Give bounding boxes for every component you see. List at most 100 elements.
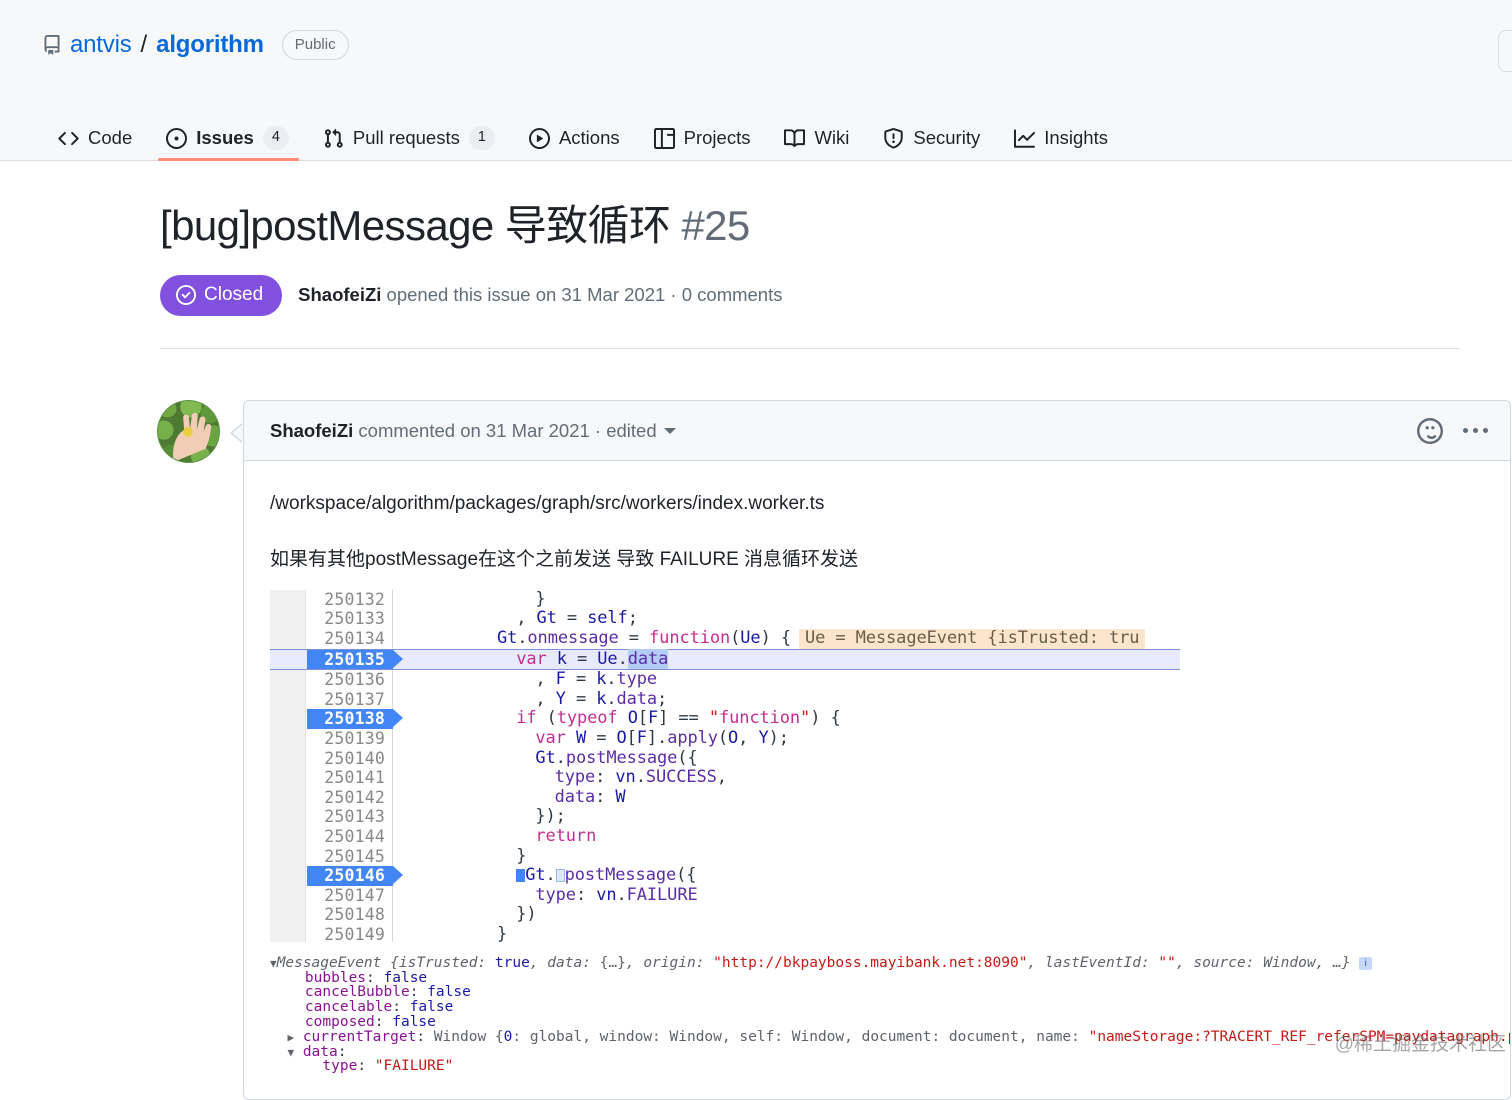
git-pull-request-icon bbox=[323, 128, 344, 149]
console-row: cancelBubble: false bbox=[270, 985, 1511, 1000]
issue-closed-icon bbox=[176, 285, 196, 305]
issue-meta: Closed ShaofeiZi opened this issue on 31… bbox=[160, 275, 1450, 316]
console-screenshot-image: ▼MessageEvent {isTrusted: true, data: {…… bbox=[270, 956, 1511, 1086]
comment-pointer bbox=[232, 424, 243, 442]
code-line: 250140 Gt.postMessage({ bbox=[270, 749, 1180, 769]
console-row: bubbles: false bbox=[270, 971, 1511, 986]
nav-item-security[interactable]: Security bbox=[867, 107, 998, 161]
repository-header: antvis / algorithm Public Code Issues 4 … bbox=[0, 0, 1512, 161]
code-line-text: } bbox=[401, 590, 546, 610]
nav-item-projects-label: Projects bbox=[684, 127, 751, 149]
issue-title-text: [bug]postMessage 导致循环 bbox=[160, 202, 670, 249]
comment-path-line: /workspace/algorithm/packages/graph/src/… bbox=[270, 489, 1484, 519]
edited-dropdown[interactable]: edited bbox=[606, 420, 675, 442]
code-line-text: var k = Ue.data bbox=[401, 650, 668, 670]
comment-byline: ShaofeiZi commented on 31 Mar 2021 · edi… bbox=[270, 420, 676, 442]
issue-opened-icon bbox=[166, 128, 187, 149]
issue-author[interactable]: ShaofeiZi bbox=[298, 284, 381, 305]
info-badge-icon: i bbox=[1359, 957, 1372, 970]
repo-visibility-badge: Public bbox=[282, 30, 349, 60]
code-line-text: type: vn.SUCCESS, bbox=[401, 768, 727, 788]
code-line-text: , Y = k.data; bbox=[401, 690, 667, 710]
code-line-number: 250138 bbox=[307, 709, 393, 729]
comment-description-line: 如果有其他postMessage在这个之前发送 导致 FAILURE 消息循环发… bbox=[270, 545, 1484, 575]
code-line: 250136 , F = k.type bbox=[270, 670, 1180, 690]
code-line-number: 250142 bbox=[307, 788, 393, 808]
code-line: 250141 type: vn.SUCCESS, bbox=[270, 768, 1180, 788]
inline-evaluation-hint: Ue = MessageEvent {isTrusted: tru bbox=[799, 629, 1145, 649]
repo-name-link[interactable]: algorithm bbox=[156, 31, 264, 59]
code-line-number: 250134 bbox=[307, 629, 393, 649]
code-line-number: 250145 bbox=[307, 847, 393, 867]
comment-body: /workspace/algorithm/packages/graph/src/… bbox=[244, 461, 1510, 1086]
divider bbox=[160, 348, 1460, 349]
issues-counter: 4 bbox=[263, 126, 289, 149]
code-line: 250133, Gt = self; bbox=[270, 609, 1180, 629]
code-line: 250137 , Y = k.data; bbox=[270, 690, 1180, 710]
comment-actions bbox=[1417, 418, 1492, 444]
code-line-text: }) bbox=[401, 905, 536, 925]
nav-item-actions[interactable]: Actions bbox=[513, 107, 638, 161]
code-line-number: 250132 bbox=[307, 590, 393, 610]
comment-header: ShaofeiZi commented on 31 Mar 2021 · edi… bbox=[244, 401, 1510, 461]
smiley-icon[interactable] bbox=[1417, 418, 1443, 444]
code-line-text: , F = k.type bbox=[401, 670, 657, 690]
code-line-number: 250141 bbox=[307, 768, 393, 788]
code-line-text: var W = O[F].apply(O, Y); bbox=[401, 729, 789, 749]
code-line-text: Gt.postMessage({ bbox=[401, 749, 698, 769]
code-line-text: } bbox=[401, 925, 507, 942]
issue-byline-rest: opened this issue on 31 Mar 2021 · 0 com… bbox=[381, 284, 782, 305]
code-line-text: if (typeof O[F] == "function") { bbox=[401, 709, 841, 729]
code-icon bbox=[58, 128, 79, 149]
comment-action-text: commented on 31 Mar 2021 · bbox=[353, 420, 606, 441]
kebab-horizontal-icon[interactable] bbox=[1459, 424, 1492, 437]
code-line-text: type: vn.FAILURE bbox=[401, 886, 698, 906]
code-line-number: 250136 bbox=[307, 670, 393, 690]
code-line: 250134 Gt.onmessage = function(Ue) {Ue = … bbox=[270, 629, 1180, 649]
code-line-number: 250140 bbox=[307, 749, 393, 769]
play-icon bbox=[529, 128, 550, 149]
code-line-text: } bbox=[401, 847, 526, 867]
avatar[interactable] bbox=[157, 400, 220, 463]
code-line-text: return bbox=[401, 827, 596, 847]
code-line: 250147 type: vn.FAILURE bbox=[270, 886, 1180, 906]
code-line: 250149} bbox=[270, 925, 1180, 942]
code-line: 250146 Gt.postMessage({ bbox=[270, 866, 1180, 886]
nav-item-pull-requests-label: Pull requests bbox=[353, 127, 460, 149]
code-line-number: 250137 bbox=[307, 690, 393, 710]
comment-author[interactable]: ShaofeiZi bbox=[270, 420, 353, 441]
code-line-text: }); bbox=[401, 807, 566, 827]
nav-item-code-label: Code bbox=[88, 127, 132, 149]
nav-item-issues-label: Issues bbox=[196, 127, 254, 149]
code-line-number: 250139 bbox=[307, 729, 393, 749]
code-line: 250142data: W bbox=[270, 788, 1180, 808]
nav-item-security-label: Security bbox=[913, 127, 980, 149]
nav-item-wiki[interactable]: Wiki bbox=[768, 107, 867, 161]
console-row: composed: false bbox=[270, 1015, 1511, 1030]
code-line-text: Gt.postMessage({ bbox=[401, 866, 696, 886]
code-line: 250148}) bbox=[270, 905, 1180, 925]
code-line-number: 250146 bbox=[307, 866, 393, 886]
repo-owner-link[interactable]: antvis bbox=[70, 31, 132, 59]
book-icon bbox=[784, 128, 805, 149]
header-overflow-button[interactable] bbox=[1498, 30, 1512, 72]
code-line: 250143}); bbox=[270, 807, 1180, 827]
code-line-number: 250143 bbox=[307, 807, 393, 827]
page-title: [bug]postMessage 导致循环 #25 bbox=[160, 200, 1450, 253]
code-line-number: 250135 bbox=[307, 650, 393, 670]
nav-item-insights[interactable]: Insights bbox=[998, 107, 1126, 161]
console-row: ▶ currentTarget: Window {0: global, wind… bbox=[270, 1030, 1511, 1045]
nav-item-pull-requests[interactable]: Pull requests 1 bbox=[307, 107, 513, 161]
code-line-number: 250149 bbox=[307, 925, 393, 942]
code-line-text: Gt.onmessage = function(Ue) {Ue = Messag… bbox=[401, 629, 1145, 649]
nav-item-issues[interactable]: Issues 4 bbox=[150, 107, 307, 161]
code-screenshot-image: 250132}250133, Gt = self;250134Gt.onmess… bbox=[270, 590, 1180, 942]
status-badge-label: Closed bbox=[204, 284, 263, 306]
nav-item-projects[interactable]: Projects bbox=[638, 107, 769, 161]
graph-icon bbox=[1014, 128, 1035, 149]
code-line: 250138 if (typeof O[F] == "function") { bbox=[270, 709, 1180, 729]
nav-item-code[interactable]: Code bbox=[42, 107, 150, 161]
issue-number: #25 bbox=[681, 202, 749, 249]
issue-header: [bug]postMessage 导致循环 #25 Closed Shaofei… bbox=[160, 200, 1450, 316]
code-line-number: 250147 bbox=[307, 886, 393, 906]
